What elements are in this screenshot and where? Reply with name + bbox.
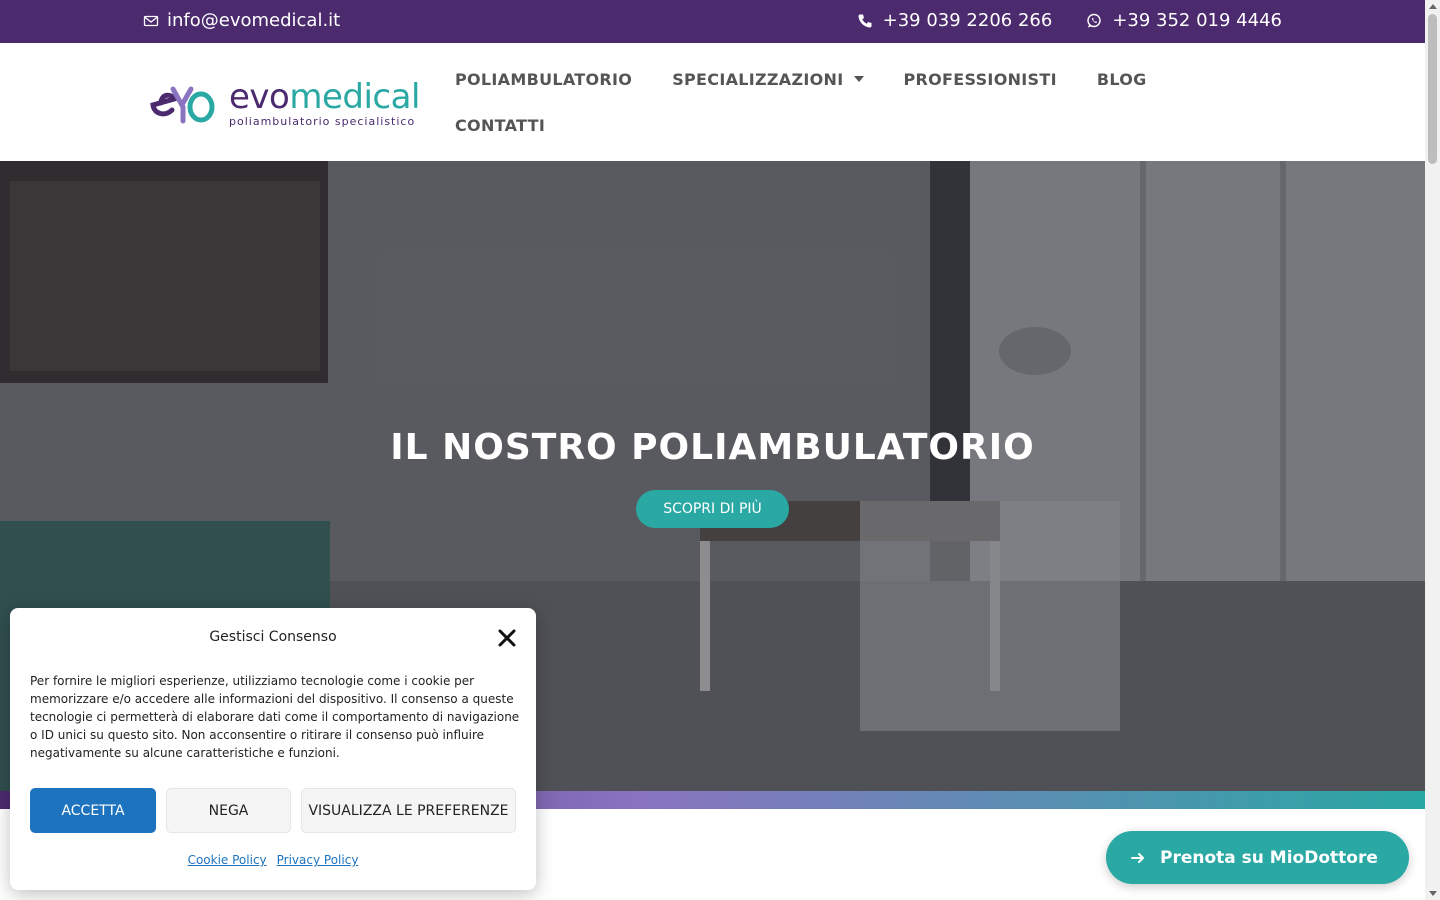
scroll-down-icon[interactable] [1429,891,1437,896]
arrow-right-icon [1131,852,1144,863]
discover-more-button[interactable]: SCOPRI DI PIÙ [636,490,789,528]
nav-item-blog[interactable]: BLOG [1097,70,1147,89]
hero-title: IL NOSTRO POLIAMBULATORIO [390,427,1035,468]
privacy-policy-link[interactable]: Privacy Policy [277,853,359,867]
page-scrollbar[interactable] [1425,0,1440,900]
cookie-consent-dialog: Gestisci Consenso Per fornire le miglior… [10,608,536,890]
accept-button[interactable]: ACCETTA [30,788,156,833]
deny-button[interactable]: NEGA [166,788,291,833]
book-miodottore-button[interactable]: Prenota su MioDottore [1106,831,1409,884]
whatsapp-icon [1087,13,1102,27]
consent-description: Per fornire le migliori esperienze, util… [30,674,520,760]
book-button-label: Prenota su MioDottore [1160,847,1378,868]
logo[interactable]: evomedical poliambulatorio specialistico [143,79,428,127]
consent-title: Gestisci Consenso [209,629,337,645]
view-preferences-button[interactable]: VISUALIZZA LE PREFERENZE [301,788,516,833]
nav-item-professionisti[interactable]: PROFESSIONISTI [904,70,1057,89]
scroll-up-icon[interactable] [1429,4,1437,9]
evo-logo-mark-icon [150,86,215,124]
nav-item-poliambulatorio[interactable]: POLIAMBULATORIO [455,70,632,89]
whatsapp-number[interactable]: +39 352 019 4446 [1112,10,1282,31]
scrollbar-thumb[interactable] [1428,14,1437,164]
top-bar: info@evomedical.it +39 039 2206 266 +39 … [0,0,1425,43]
caret-down-icon [853,76,864,82]
phone-number[interactable]: +39 039 2206 266 [883,10,1053,31]
logo-tagline: poliambulatorio specialistico [229,114,416,128]
logo-wordmark: evomedical [229,76,420,117]
phone-icon [858,14,872,28]
contact-phones: +39 039 2206 266 +39 352 019 4446 [857,10,1282,31]
policy-links: Cookie Policy Privacy Policy [10,853,536,867]
main-nav: POLIAMBULATORIO SPECIALIZZAZIONI PROFESS… [455,67,1175,137]
email-link[interactable]: info@evomedical.it [143,10,340,31]
cookie-policy-link[interactable]: Cookie Policy [188,853,267,867]
email-text[interactable]: info@evomedical.it [167,10,340,31]
envelope-icon [143,15,159,26]
site-header: evomedical poliambulatorio specialistico… [0,43,1425,161]
nav-item-contatti[interactable]: CONTATTI [455,116,545,135]
close-icon[interactable] [497,628,517,648]
nav-item-specializzazioni[interactable]: SPECIALIZZAZIONI [672,70,864,89]
